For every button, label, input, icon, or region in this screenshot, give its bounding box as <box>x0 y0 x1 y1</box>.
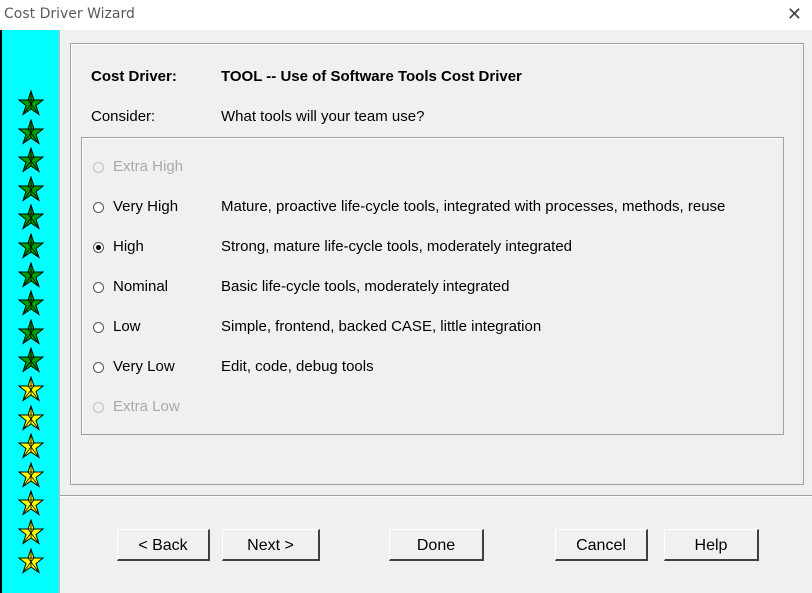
yellow-star-icon <box>18 376 44 402</box>
yellow-star-icon <box>18 404 44 431</box>
rating-label: Low <box>113 318 141 335</box>
separator-highlight <box>60 496 812 497</box>
cost-driver-label: Cost Driver: <box>91 68 177 85</box>
yellow-star-icon <box>18 433 44 459</box>
radio-high[interactable] <box>93 242 104 253</box>
radio-extra-high[interactable] <box>93 162 104 173</box>
radio-very-high[interactable] <box>93 202 104 213</box>
yellow-star-icon <box>18 490 44 517</box>
green-star-icon <box>18 204 44 231</box>
green-star-icon <box>18 261 44 288</box>
strip-edge <box>0 30 2 593</box>
rating-low[interactable]: Low Simple, frontend, backed CASE, littl… <box>91 318 791 340</box>
close-icon[interactable]: ✕ <box>787 4 802 25</box>
rating-description: Basic life-cycle tools, moderately integ… <box>221 278 510 295</box>
green-star-icon <box>18 90 44 116</box>
star-strip <box>0 30 60 593</box>
rating-label: Extra Low <box>113 398 180 415</box>
rating-nominal[interactable]: Nominal Basic life-cycle tools, moderate… <box>91 278 791 300</box>
cancel-button[interactable]: Cancel <box>555 529 648 561</box>
green-star-icon <box>18 233 44 259</box>
radio-low[interactable] <box>93 322 104 333</box>
rating-label: Extra High <box>113 158 184 175</box>
green-star-icon <box>18 347 44 374</box>
radio-extra-low[interactable] <box>93 402 104 413</box>
green-star-icon <box>18 290 44 316</box>
title-bar: Cost Driver Wizard ✕ <box>0 0 812 30</box>
consider-label: Consider: <box>91 108 156 125</box>
rating-description: Edit, code, debug tools <box>221 358 374 375</box>
cost-driver-value: TOOL -- Use of Software Tools Cost Drive… <box>221 68 522 85</box>
rating-label: Very Low <box>113 358 175 375</box>
window-title: Cost Driver Wizard <box>4 6 135 22</box>
rating-description: Simple, frontend, backed CASE, little in… <box>221 318 542 335</box>
rating-high[interactable]: High Strong, mature life-cycle tools, mo… <box>91 238 791 260</box>
rating-very-low[interactable]: Very Low Edit, code, debug tools <box>91 358 791 380</box>
rating-very-high[interactable]: Very High Mature, proactive life-cycle t… <box>91 198 791 220</box>
yellow-star-icon <box>18 461 44 488</box>
radio-very-low[interactable] <box>93 362 104 373</box>
help-button[interactable]: Help <box>664 529 759 561</box>
rating-description: Mature, proactive life-cycle tools, inte… <box>221 198 726 215</box>
green-star-icon <box>18 147 44 173</box>
rating-label: Very High <box>113 198 179 215</box>
radio-nominal[interactable] <box>93 282 104 293</box>
rating-label: High <box>113 238 144 255</box>
next-button[interactable]: Next > <box>222 529 320 561</box>
green-star-icon <box>18 318 44 345</box>
rating-extra-low[interactable]: Extra Low <box>91 398 791 420</box>
rating-extra-high[interactable]: Extra High <box>91 158 791 180</box>
green-star-icon <box>18 175 44 202</box>
back-button[interactable]: < Back <box>117 529 210 561</box>
rating-description: Strong, mature life-cycle tools, moderat… <box>221 238 572 255</box>
rating-label: Nominal <box>113 278 169 295</box>
green-star-icon <box>18 118 44 145</box>
done-button[interactable]: Done <box>389 529 484 561</box>
yellow-star-icon <box>18 547 44 574</box>
yellow-star-icon <box>18 519 44 545</box>
consider-value: What tools will your team use? <box>221 108 425 125</box>
